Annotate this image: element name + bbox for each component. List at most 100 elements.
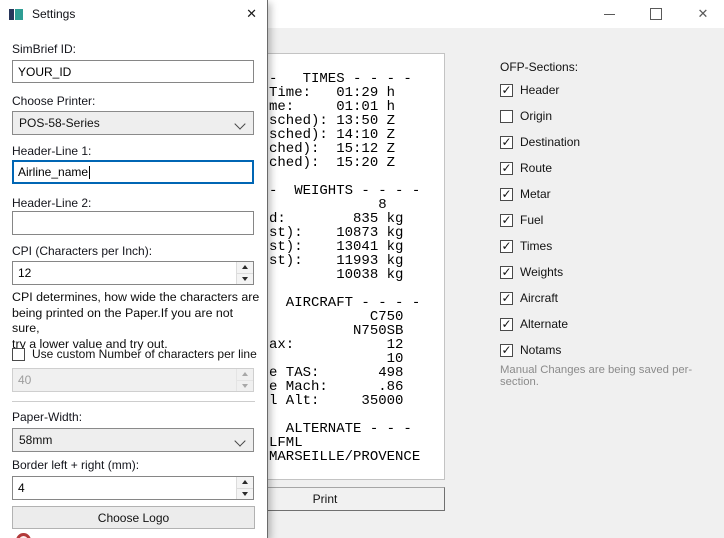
- border-spinner[interactable]: 4: [12, 476, 254, 500]
- paper-width-select[interactable]: 58mm: [12, 428, 254, 452]
- spin-down-button[interactable]: [236, 274, 253, 285]
- checkbox-metar[interactable]: ✓: [500, 188, 513, 201]
- section-row-times[interactable]: ✓ Times: [500, 238, 552, 254]
- settings-app-icon: [9, 8, 24, 21]
- border-value: 4: [18, 481, 25, 495]
- choose-logo-button[interactable]: Choose Logo: [12, 506, 255, 529]
- header-line2-input[interactable]: [12, 211, 254, 235]
- maximize-button[interactable]: [633, 0, 679, 28]
- custom-chars-spinner: 40: [12, 368, 254, 392]
- checkbox-aircraft[interactable]: ✓: [500, 292, 513, 305]
- spin-up-button[interactable]: [236, 262, 253, 274]
- section-row-aircraft[interactable]: ✓ Aircraft: [500, 290, 558, 306]
- checkmark-icon: ✓: [501, 214, 511, 226]
- section-label: Destination: [520, 135, 580, 149]
- cpi-spinner[interactable]: 12: [12, 261, 254, 285]
- section-label: Route: [520, 161, 552, 175]
- simbrief-id-input[interactable]: YOUR_ID: [12, 60, 254, 83]
- checkmark-icon: ✓: [501, 188, 511, 200]
- section-row-header[interactable]: ✓ Header: [500, 82, 559, 98]
- paper-width-label: Paper-Width:: [12, 410, 82, 424]
- section-label: Times: [520, 239, 552, 253]
- section-row-metar[interactable]: ✓ Metar: [500, 186, 551, 202]
- separator: [12, 401, 255, 402]
- section-label: Weights: [520, 265, 563, 279]
- header-line2-label: Header-Line 2:: [12, 196, 91, 210]
- section-label: Aircraft: [520, 291, 558, 305]
- section-row-weights[interactable]: ✓ Weights: [500, 264, 563, 280]
- section-row-destination[interactable]: ✓ Destination: [500, 134, 580, 150]
- cpi-help-text: CPI determines, how wide the characters …: [12, 290, 264, 352]
- close-button[interactable]: ✕: [680, 0, 724, 28]
- checkbox-notams[interactable]: ✓: [500, 344, 513, 357]
- checkmark-icon: ✓: [501, 240, 511, 252]
- header-line1-input[interactable]: Airline_name: [12, 160, 254, 184]
- checkmark-icon: ✓: [501, 318, 511, 330]
- section-label: Metar: [520, 187, 551, 201]
- arrow-down-icon: [242, 492, 248, 496]
- spin-down-button[interactable]: [236, 489, 253, 500]
- text-cursor: [89, 166, 90, 179]
- sections-note: Manual Changes are being saved per-secti…: [500, 364, 724, 388]
- header-line1-value: Airline_name: [18, 165, 88, 179]
- section-label: Origin: [520, 109, 552, 123]
- logo-preview-icon: [16, 533, 31, 538]
- arrow-up-icon: [242, 265, 248, 269]
- simbrief-id-label: SimBrief ID:: [12, 42, 76, 56]
- checkbox-alternate[interactable]: ✓: [500, 318, 513, 331]
- dialog-titlebar: Settings ✕: [0, 0, 267, 28]
- cpi-value: 12: [18, 266, 31, 280]
- printer-label: Choose Printer:: [12, 94, 95, 108]
- checkmark-icon: ✓: [501, 266, 511, 278]
- close-icon: ✕: [698, 6, 709, 22]
- arrow-up-icon: [242, 480, 248, 484]
- spin-down-button: [236, 381, 253, 392]
- custom-chars-row[interactable]: Use custom Number of characters per line: [12, 347, 257, 361]
- section-row-route[interactable]: ✓ Route: [500, 160, 552, 176]
- spinner-buttons: [236, 262, 253, 284]
- section-label: Header: [520, 83, 559, 97]
- minimize-icon: [604, 14, 615, 15]
- checkbox-route[interactable]: ✓: [500, 162, 513, 175]
- arrow-down-icon: [242, 277, 248, 281]
- ofp-sections-label: OFP-Sections:: [500, 60, 578, 74]
- section-label: Fuel: [520, 213, 543, 227]
- section-row-fuel[interactable]: ✓ Fuel: [500, 212, 543, 228]
- arrow-down-icon: [242, 384, 248, 388]
- header-line1-label: Header-Line 1:: [12, 144, 91, 158]
- checkbox-header[interactable]: ✓: [500, 84, 513, 97]
- checkmark-icon: ✓: [501, 162, 511, 174]
- arrow-up-icon: [242, 372, 248, 376]
- checkbox-destination[interactable]: ✓: [500, 136, 513, 149]
- checkbox-fuel[interactable]: ✓: [500, 214, 513, 227]
- simbrief-id-value: YOUR_ID: [18, 65, 71, 79]
- settings-dialog: Settings ✕ SimBrief ID: YOUR_ID Choose P…: [0, 0, 268, 538]
- spin-up-button[interactable]: [236, 477, 253, 489]
- cpi-label: CPI (Characters per Inch):: [12, 244, 152, 258]
- checkbox-origin[interactable]: [500, 110, 513, 123]
- printer-selected-value: POS-58-Series: [19, 116, 100, 130]
- checkbox-weights[interactable]: ✓: [500, 266, 513, 279]
- dialog-close-button[interactable]: ✕: [246, 6, 257, 22]
- section-row-alternate[interactable]: ✓ Alternate: [500, 316, 568, 332]
- section-row-notams[interactable]: ✓ Notams: [500, 342, 561, 358]
- custom-chars-label: Use custom Number of characters per line: [32, 347, 257, 361]
- app-window: ✕ - TIMES - - - - Time: 01:29 h me: 01:0…: [0, 0, 724, 538]
- paper-width-value: 58mm: [19, 433, 52, 447]
- checkbox-times[interactable]: ✓: [500, 240, 513, 253]
- dialog-title: Settings: [32, 7, 75, 21]
- chevron-down-icon: [234, 118, 245, 129]
- custom-chars-checkbox[interactable]: [12, 348, 25, 361]
- checkmark-icon: ✓: [501, 292, 511, 304]
- section-row-origin[interactable]: Origin: [500, 108, 552, 124]
- minimize-button[interactable]: [586, 0, 632, 28]
- section-label: Notams: [520, 343, 561, 357]
- maximize-icon: [650, 8, 662, 20]
- printer-select[interactable]: POS-58-Series: [12, 111, 254, 135]
- custom-chars-value: 40: [18, 373, 31, 387]
- spinner-buttons: [236, 369, 253, 391]
- border-label: Border left + right (mm):: [12, 458, 139, 472]
- spinner-buttons: [236, 477, 253, 499]
- section-label: Alternate: [520, 317, 568, 331]
- ofp-preview-text: - TIMES - - - - Time: 01:29 h me: 01:01 …: [269, 72, 420, 464]
